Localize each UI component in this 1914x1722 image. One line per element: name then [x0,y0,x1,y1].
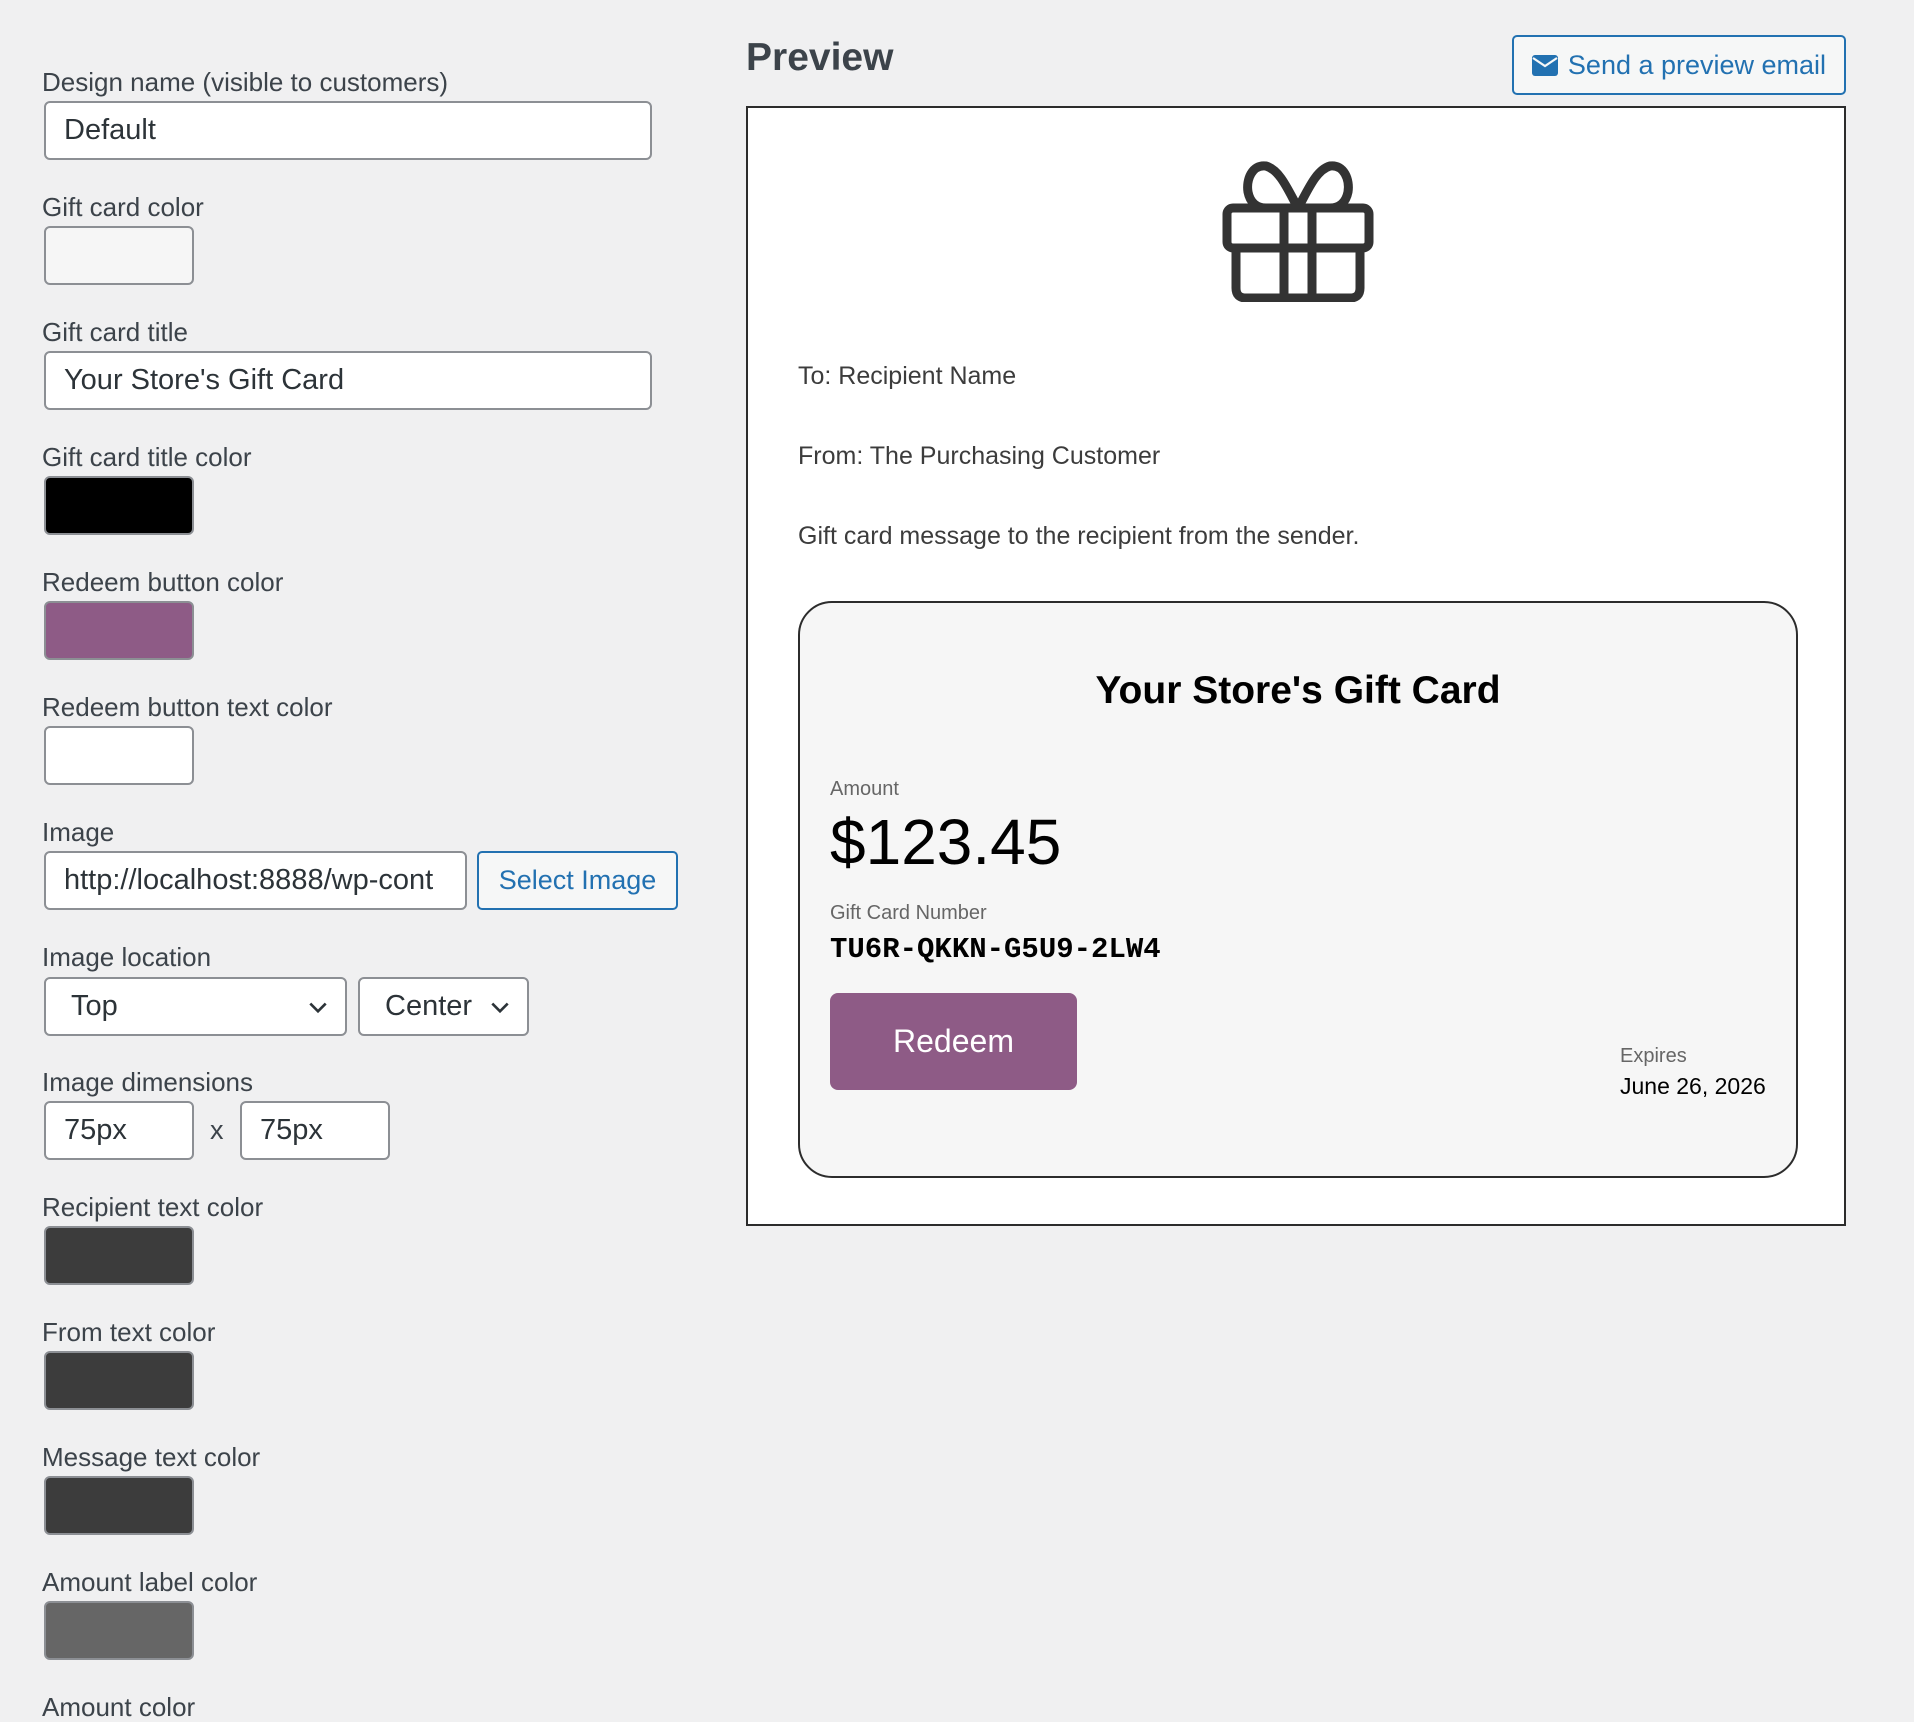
envelope-icon [1531,54,1558,76]
image-location-label: Image location [42,942,212,972]
design-name-input[interactable]: Default [44,101,652,160]
recipient-line: To: Recipient Name [798,362,1017,390]
recipient-text-color-swatch[interactable] [44,1226,194,1285]
image-location-vertical-value: Top [71,990,118,1022]
send-preview-email-button[interactable]: Send a preview email [1512,35,1846,95]
expires-date: June 26, 2026 [1620,1073,1766,1099]
redeem-button[interactable]: Redeem [830,993,1077,1090]
gift-icon [1222,161,1374,302]
image-url-input[interactable]: http://localhost:8888/wp-cont [44,851,467,910]
expires-label: Expires [1620,1045,1687,1067]
gift-card-title-label: Gift card title [42,317,188,347]
gift-message: Gift card message to the recipient from … [798,522,1360,550]
image-location-horizontal-select[interactable]: Center [358,977,529,1036]
redeem-button-text-color-swatch[interactable] [44,726,194,785]
chevron-down-icon [309,1002,327,1014]
from-text-color-swatch[interactable] [44,1351,194,1410]
amount-value: $123.45 [830,806,1062,878]
gift-card-color-label: Gift card color [42,192,204,222]
chevron-down-icon [491,1002,509,1014]
gift-card-number-label: Gift Card Number [830,902,987,924]
amount-label-color-swatch[interactable] [44,1601,194,1660]
gift-card-title-color-swatch[interactable] [44,476,194,535]
gift-card-number: TU6R-QKKN-G5U9-2LW4 [830,933,1161,966]
image-height-input[interactable]: 75px [240,1101,390,1160]
image-location-horizontal-value: Center [385,990,473,1022]
image-label: Image [42,817,115,847]
image-dimensions-label: Image dimensions [42,1067,253,1097]
redeem-button-color-swatch[interactable] [44,601,194,660]
gift-card: Your Store's Gift Card Amount $123.45 Gi… [798,601,1798,1178]
gift-card-title-input[interactable]: Your Store's Gift Card [44,351,652,410]
redeem-button-text-color-label: Redeem button text color [42,692,333,722]
message-text-color-swatch[interactable] [44,1476,194,1535]
redeem-button-color-label: Redeem button color [42,567,284,597]
message-text-color-label: Message text color [42,1442,261,1472]
amount-label: Amount [830,778,899,800]
gift-card-title: Your Store's Gift Card [1095,669,1501,712]
from-text-color-label: From text color [42,1317,216,1347]
design-name-label: Design name (visible to customers) [42,67,449,97]
image-width-input[interactable]: 75px [44,1101,194,1160]
recipient-text-color-label: Recipient text color [42,1192,264,1222]
gift-card-preview: To: Recipient Name From: The Purchasing … [746,106,1846,1226]
dimension-separator: x [210,1115,224,1145]
amount-label-color-label: Amount label color [42,1567,258,1597]
image-location-vertical-select[interactable]: Top [44,977,347,1036]
preview-heading: Preview [746,36,894,79]
select-image-button[interactable]: Select Image [477,851,678,910]
gift-card-color-swatch[interactable] [44,226,194,285]
send-preview-email-label: Send a preview email [1567,49,1827,80]
gift-card-title-color-label: Gift card title color [42,442,252,472]
from-line: From: The Purchasing Customer [798,442,1161,470]
